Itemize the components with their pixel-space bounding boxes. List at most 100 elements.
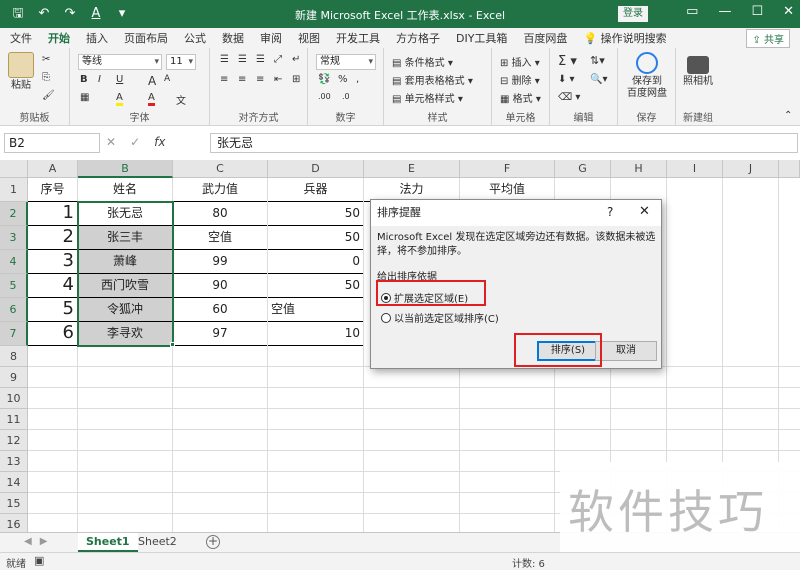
column-header-c[interactable]: C (173, 160, 268, 178)
tab-home[interactable]: 开始 (48, 30, 70, 50)
table-cell[interactable]: 97 (173, 322, 268, 346)
row-header-11[interactable]: 11 (0, 409, 28, 430)
ribbon-options-icon[interactable]: ▭ (686, 4, 698, 19)
help-icon[interactable]: ? (607, 205, 613, 219)
table-cell[interactable]: 西门吹雪 (78, 274, 173, 298)
font-size-select[interactable]: 11 (166, 54, 196, 70)
save-to-baidu-button[interactable]: 保存到 百度网盘 (624, 52, 670, 100)
sheet-tab-2[interactable]: Sheet2 (130, 533, 185, 552)
row-header-7[interactable]: 7 (0, 322, 28, 346)
merge-center-icon[interactable]: ⊞ (292, 74, 300, 85)
row-header-16[interactable]: 16 (0, 514, 28, 532)
tab-insert[interactable]: 插入 (86, 30, 108, 46)
cell-styles-button[interactable]: ▤ 单元格样式 ▾ (392, 90, 463, 105)
fill-icon[interactable]: ⬇ ▾ (558, 74, 575, 85)
tab-view[interactable]: 视图 (298, 30, 320, 46)
collapse-ribbon-icon[interactable]: ⌃ (784, 110, 792, 121)
column-header-g[interactable]: G (555, 160, 611, 178)
row-header-9[interactable]: 9 (0, 367, 28, 388)
table-cell[interactable]: 空值 (173, 226, 268, 250)
tab-page-layout[interactable]: 页面布局 (124, 30, 168, 46)
sheet-nav-icon[interactable]: ◀▶ (24, 536, 55, 547)
column-header-i[interactable]: I (667, 160, 723, 178)
row-header-13[interactable]: 13 (0, 451, 28, 472)
sheet-tab-1[interactable]: Sheet1 (78, 533, 138, 552)
row-header-14[interactable]: 14 (0, 472, 28, 493)
sort-filter-icon[interactable]: ⇅▾ (590, 54, 605, 67)
login-button[interactable]: 登录 (618, 6, 648, 22)
align-bottom-icon[interactable]: ☰ (256, 54, 265, 65)
column-header-k[interactable] (779, 160, 800, 178)
column-header-b[interactable]: B (78, 160, 173, 178)
delete-cells-button[interactable]: ⊟ 删除 ▾ (500, 72, 540, 87)
tab-baidu-netdisk[interactable]: 百度网盘 (523, 30, 567, 46)
column-header-f[interactable]: F (460, 160, 555, 178)
tab-diy-toolbox[interactable]: DIY工具箱 (456, 30, 507, 46)
tab-developer[interactable]: 开发工具 (336, 30, 380, 46)
tab-data[interactable]: 数据 (222, 30, 244, 46)
column-header-e[interactable]: E (364, 160, 460, 178)
cut-icon[interactable]: ✂ (42, 54, 50, 65)
table-cell[interactable]: 90 (173, 274, 268, 298)
row-header-15[interactable]: 15 (0, 493, 28, 514)
table-cell[interactable]: 4 (28, 274, 78, 298)
row-header-5[interactable]: 5 (0, 274, 28, 298)
align-right-icon[interactable]: ≡ (256, 74, 264, 85)
maximize-icon[interactable]: ☐ (751, 4, 763, 19)
number-format-select[interactable]: 常规 (316, 54, 376, 70)
align-center-icon[interactable]: ≡ (238, 74, 246, 85)
row-header-2[interactable]: 2 (0, 202, 28, 226)
table-cell[interactable]: 60 (173, 298, 268, 322)
table-cell[interactable]: 令狐冲 (78, 298, 173, 322)
format-cells-button[interactable]: ▦ 格式 ▾ (500, 90, 541, 105)
font-name-select[interactable]: 等线 (78, 54, 162, 70)
autosum-icon[interactable]: Σ ▾ (558, 54, 577, 69)
table-cell[interactable]: 3 (28, 250, 78, 274)
table-cell[interactable]: 5 (28, 298, 78, 322)
row-header-10[interactable]: 10 (0, 388, 28, 409)
row-header-12[interactable]: 12 (0, 430, 28, 451)
paste-button[interactable]: 粘贴 (6, 52, 36, 92)
column-header-j[interactable]: J (723, 160, 779, 178)
table-cell[interactable]: 50 (268, 274, 364, 298)
wrap-text-icon[interactable]: ↵ (292, 54, 300, 65)
tab-fangfang[interactable]: 方方格子 (396, 30, 440, 46)
header-cell-force[interactable]: 武力值 (173, 178, 268, 202)
table-cell[interactable]: 1 (28, 202, 78, 226)
font-color-button[interactable]: A (148, 92, 155, 106)
close-icon[interactable]: ✕ (639, 204, 650, 219)
table-cell[interactable]: 80 (173, 202, 268, 226)
header-cell-index[interactable]: 序号 (28, 178, 78, 202)
align-left-icon[interactable]: ≡ (220, 74, 228, 85)
header-cell-weapon[interactable]: 兵器 (268, 178, 364, 202)
row-header-6[interactable]: 6 (0, 298, 28, 322)
align-top-icon[interactable]: ☰ (220, 54, 229, 65)
clear-icon[interactable]: ⌫ ▾ (558, 92, 580, 103)
camera-button[interactable]: 照相机 (680, 52, 716, 88)
insert-cells-button[interactable]: ⊞ 插入 ▾ (500, 54, 540, 69)
table-cell[interactable]: 李寻欢 (78, 322, 173, 346)
row-header-8[interactable]: 8 (0, 346, 28, 367)
table-cell[interactable]: 张三丰 (78, 226, 173, 250)
current-selection-option[interactable]: 以当前选定区域排序(C) (381, 310, 499, 325)
decrease-decimal-icon[interactable]: .0 (342, 92, 350, 101)
column-header-h[interactable]: H (611, 160, 667, 178)
table-cell[interactable]: 0 (268, 250, 364, 274)
enter-formula-icon[interactable]: ✓ (130, 135, 140, 149)
bold-button[interactable]: B (80, 74, 88, 85)
table-cell[interactable]: 50 (268, 202, 364, 226)
expand-selection-option[interactable]: 扩展选定区域(E) (381, 290, 468, 305)
table-cell[interactable]: 6 (28, 322, 78, 346)
tell-me-search[interactable]: 💡 操作说明搜索 (583, 30, 666, 46)
border-icon[interactable]: ▦ (80, 92, 89, 103)
tab-file[interactable]: 文件 (10, 30, 32, 46)
minimize-icon[interactable]: — (718, 4, 731, 19)
table-cell[interactable]: 张无忌 (78, 202, 173, 226)
fill-color-button[interactable]: A (116, 92, 123, 106)
shrink-font-button[interactable]: A (164, 74, 170, 84)
phonetic-icon[interactable]: 文 (176, 92, 186, 107)
grow-font-button[interactable]: A (148, 74, 156, 88)
orientation-icon[interactable]: ⤢ (274, 54, 282, 65)
table-cell[interactable]: 99 (173, 250, 268, 274)
cancel-button[interactable]: 取消 (595, 341, 657, 361)
